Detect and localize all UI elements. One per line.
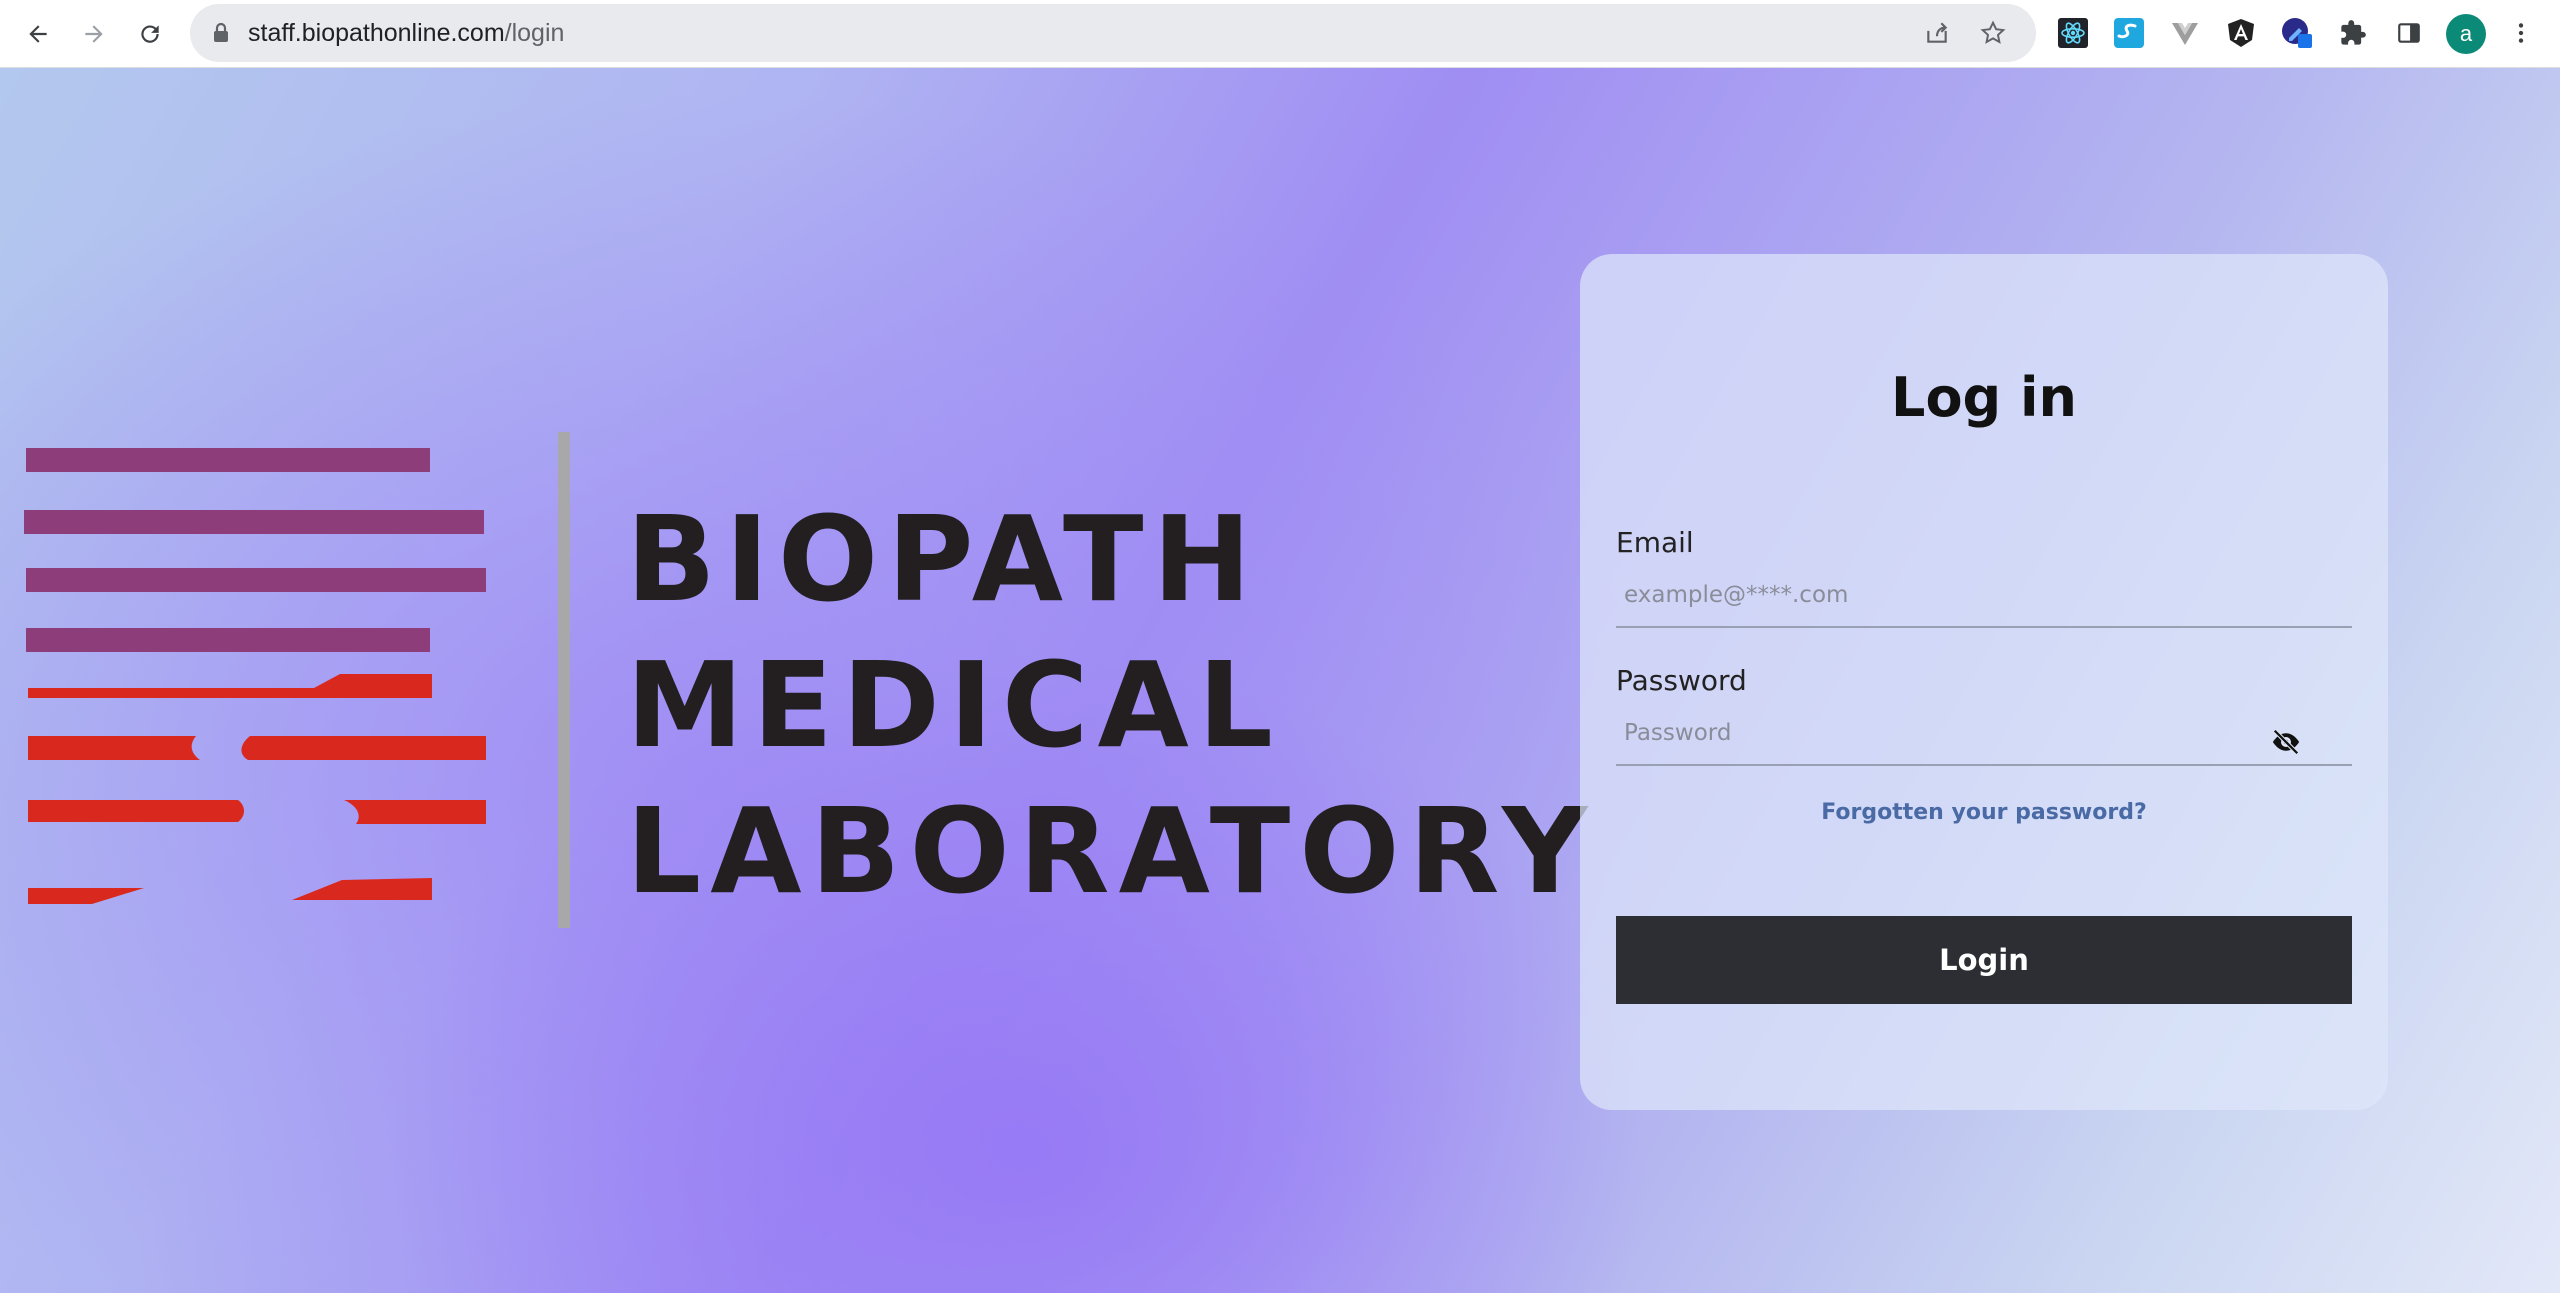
browser-toolbar: staff.biopathonline.com/login a (0, 0, 2560, 68)
login-page: BIOPATH MEDICAL LABORATORY Log in Email … (0, 68, 2560, 1293)
puzzle-icon[interactable] (2336, 16, 2370, 50)
vue-devtools-icon[interactable] (2168, 16, 2202, 50)
email-label: Email (1616, 526, 1694, 559)
back-arrow-icon (29, 25, 47, 43)
s-extension-icon[interactable] (2112, 16, 2146, 50)
angular-devtools-icon[interactable] (2224, 16, 2258, 50)
url-text: staff.biopathonline.com/login (248, 19, 564, 48)
star-icon[interactable] (1978, 18, 2008, 48)
brand-divider (558, 432, 570, 928)
reload-icon (141, 25, 159, 43)
brand-name: BIOPATH MEDICAL LABORATORY (626, 486, 1596, 924)
login-title: Log in (1891, 366, 2077, 429)
profile-initial: a (2459, 21, 2473, 46)
share-icon[interactable] (1922, 18, 1952, 48)
side-panel-icon[interactable] (2392, 16, 2426, 50)
toggle-password-visibility-icon[interactable] (2268, 724, 2304, 760)
address-bar[interactable]: staff.biopathonline.com/login (190, 4, 2036, 62)
logo-purple-stripes (24, 448, 486, 652)
forward-button[interactable] (72, 12, 116, 56)
react-devtools-icon[interactable] (2056, 16, 2090, 50)
colorzilla-icon[interactable] (2280, 16, 2314, 50)
brand-line-1: BIOPATH (626, 490, 1261, 628)
kebab-menu-icon[interactable] (2504, 16, 2538, 50)
brand-line-3: LABORATORY (626, 782, 1597, 920)
brand-line-2: MEDICAL (626, 636, 1282, 774)
login-card: Log in Email Password Forgotten your pas… (1580, 254, 2388, 1110)
reload-button[interactable] (128, 12, 172, 56)
forward-arrow-icon (85, 25, 103, 43)
url-host: staff.biopathonline.com (248, 19, 505, 47)
logo-red-stripes (28, 674, 486, 904)
biopath-logo (24, 448, 486, 904)
profile-avatar[interactable]: a (2446, 14, 2486, 54)
url-path: /login (504, 19, 565, 47)
email-field[interactable] (1616, 564, 2352, 628)
back-button[interactable] (16, 12, 60, 56)
lock-icon (212, 22, 230, 49)
password-label: Password (1616, 664, 1747, 697)
forgot-password-link[interactable]: Forgotten your password? (1580, 800, 2388, 825)
password-field[interactable] (1616, 702, 2352, 766)
login-button[interactable]: Login (1616, 916, 2352, 1004)
